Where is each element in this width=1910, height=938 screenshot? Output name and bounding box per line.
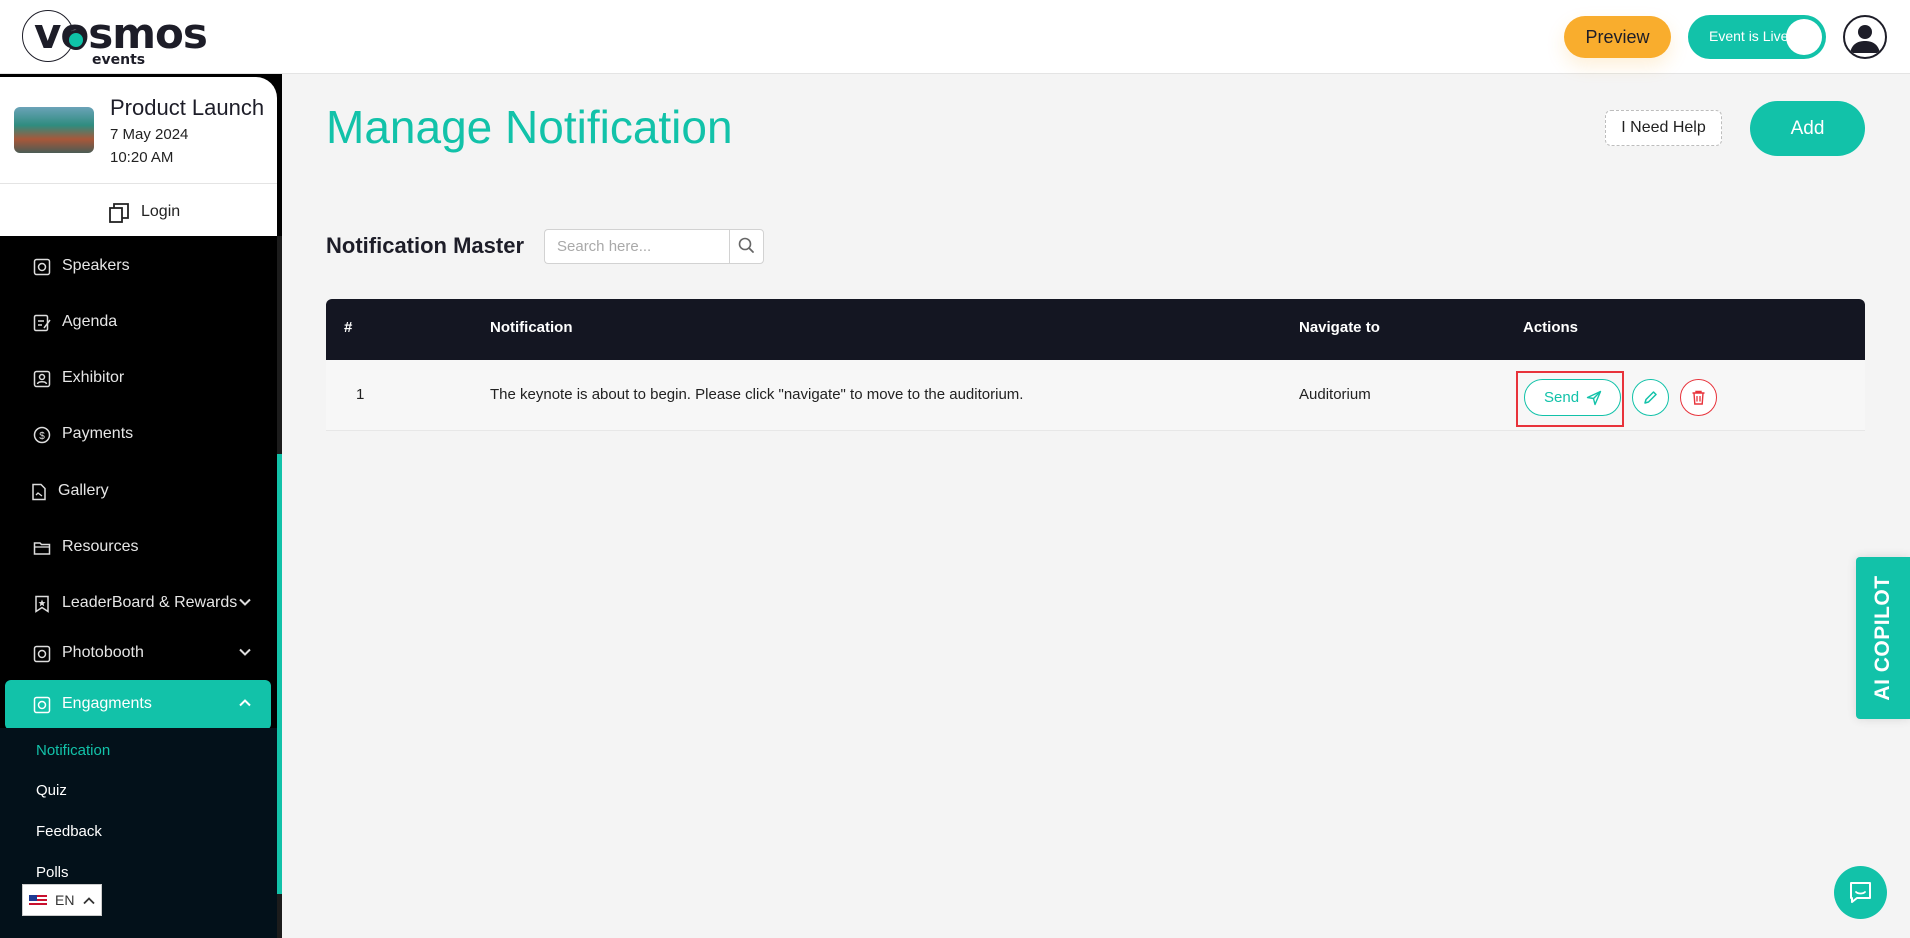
search-input[interactable] [544, 229, 730, 264]
sidebar-item-label: LeaderBoard & Rewards [62, 594, 238, 611]
search-button[interactable] [729, 229, 764, 264]
event-title: Product Launch [110, 95, 265, 120]
event-time: 10:20 AM [110, 149, 174, 166]
sidebar-item-agenda[interactable]: Agenda [0, 298, 277, 348]
bookmark-star-icon [35, 595, 49, 613]
top-bar: vosmos events Preview Event is Live [0, 0, 1910, 74]
sidebar-item-label: Payments [62, 425, 134, 442]
sidebar-item-photobooth[interactable]: Photobooth [0, 629, 277, 679]
logo-dot [66, 30, 86, 50]
sidebar: Product Launch 7 May 2024 10:20 AM Login… [0, 74, 282, 938]
row-navigate-to: Auditorium [1299, 386, 1371, 403]
sidebar-item-label: Engagments [62, 695, 152, 712]
login-button[interactable]: Login [0, 183, 277, 239]
language-label: EN [55, 892, 75, 908]
sidebar-item-gallery[interactable]: Gallery [0, 467, 277, 517]
ai-copilot-tab[interactable]: AI COPILOT [1856, 557, 1910, 719]
column-header-navigate: Navigate to [1299, 319, 1380, 336]
agenda-icon [33, 314, 51, 332]
trash-icon [1692, 390, 1705, 405]
send-label: Send [1544, 389, 1580, 406]
row-index: 1 [356, 386, 365, 403]
us-flag-icon [29, 895, 47, 907]
vosmos-logo[interactable]: vosmos events [22, 8, 208, 68]
add-button[interactable]: Add [1750, 101, 1865, 156]
page-title: Manage Notification [326, 101, 733, 153]
copy-icon [109, 203, 129, 223]
ai-copilot-label: AI COPILOT [1871, 575, 1894, 701]
chevron-down-icon [239, 648, 251, 656]
speakers-icon [33, 258, 51, 276]
pencil-icon [1644, 391, 1657, 404]
svg-text:$: $ [39, 431, 45, 442]
help-button[interactable]: I Need Help [1605, 110, 1722, 146]
submenu-item-notification[interactable]: Notification [36, 742, 110, 759]
engagement-icon [33, 696, 51, 714]
sidebar-item-engagments[interactable]: Engagments [5, 680, 271, 730]
table-header: # Notification Navigate to Actions [326, 299, 1865, 360]
folder-icon [33, 542, 51, 555]
event-live-toggle[interactable]: Event is Live [1688, 15, 1826, 59]
logo-text: vosmos [34, 9, 208, 58]
sidebar-item-label: Exhibitor [62, 369, 125, 386]
chevron-down-icon [239, 598, 251, 606]
submenu-item-quiz[interactable]: Quiz [36, 782, 67, 799]
sidebar-item-resources[interactable]: Resources [0, 523, 277, 573]
language-selector[interactable]: EN [22, 884, 102, 916]
sidebar-item-payments[interactable]: $ Payments [0, 410, 277, 460]
column-header-notification: Notification [490, 319, 573, 336]
payments-icon: $ [33, 426, 51, 444]
send-icon [1586, 390, 1602, 406]
sidebar-scrollbar-thumb[interactable] [277, 454, 282, 894]
sidebar-item-label: Gallery [58, 482, 109, 499]
chevron-up-icon [239, 699, 251, 707]
logo-subtext: events [92, 52, 146, 68]
exhibitor-icon [33, 370, 51, 388]
event-live-label: Event is Live [1709, 28, 1789, 44]
send-button[interactable]: Send [1524, 379, 1621, 416]
gallery-icon [32, 483, 46, 501]
submenu-item-feedback[interactable]: Feedback [36, 823, 102, 840]
sidebar-item-exhibitor[interactable]: Exhibitor [0, 354, 277, 404]
event-card: Product Launch 7 May 2024 10:20 AM Login [0, 74, 280, 236]
event-thumbnail [14, 107, 94, 153]
sidebar-item-leaderboard[interactable]: LeaderBoard & Rewards [0, 579, 277, 629]
chevron-up-icon [83, 897, 95, 905]
login-label: Login [141, 203, 181, 220]
user-avatar[interactable] [1843, 15, 1887, 59]
sidebar-item-label: Agenda [62, 313, 118, 330]
sidebar-item-label: Photobooth [62, 644, 144, 661]
chat-launcher-button[interactable] [1834, 866, 1887, 919]
toggle-knob [1786, 19, 1822, 55]
column-header-actions: Actions [1523, 319, 1579, 336]
preview-button[interactable]: Preview [1564, 16, 1671, 58]
chat-icon [1850, 882, 1871, 903]
column-header-index: # [344, 319, 353, 336]
event-date: 7 May 2024 [110, 126, 189, 143]
sidebar-item-label: Speakers [62, 257, 130, 274]
edit-button[interactable] [1632, 379, 1669, 416]
section-title: Notification Master [326, 233, 525, 258]
delete-button[interactable] [1680, 379, 1717, 416]
search-icon [738, 237, 754, 253]
sidebar-item-speakers[interactable]: Speakers [0, 242, 277, 292]
sidebar-item-label: Resources [62, 538, 139, 555]
submenu-item-polls[interactable]: Polls [36, 864, 69, 881]
row-notification-text: The keynote is about to begin. Please cl… [490, 386, 1024, 403]
camera-icon [33, 645, 51, 663]
user-icon [1850, 25, 1880, 53]
